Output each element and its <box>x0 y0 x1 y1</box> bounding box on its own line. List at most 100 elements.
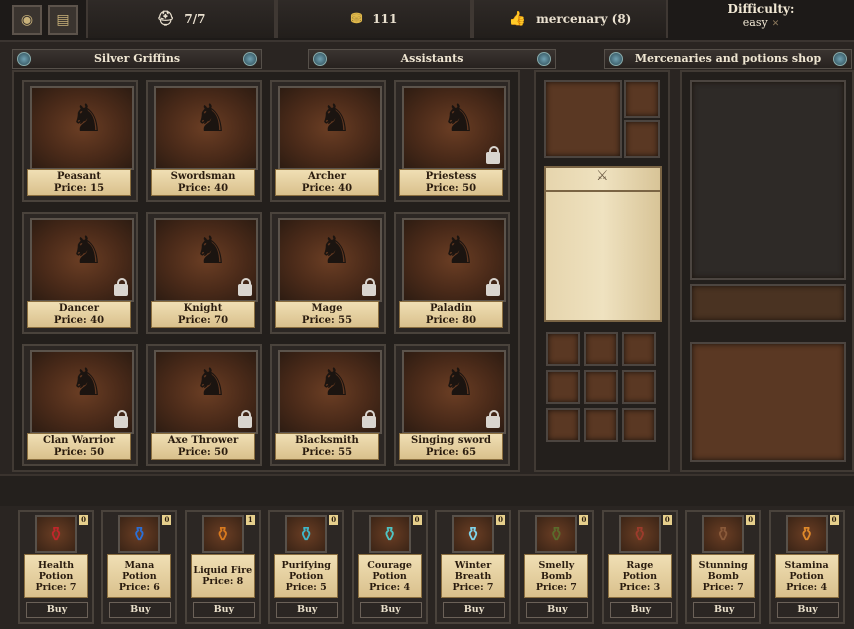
unit-label: Knight Price: 70 <box>151 301 255 328</box>
difficulty-label: Difficulty: <box>727 2 795 16</box>
inventory-slot[interactable] <box>546 332 580 366</box>
buy-button[interactable]: Buy <box>443 602 505 618</box>
unit-portrait: ♞ <box>30 218 134 302</box>
gem-icon <box>609 52 623 66</box>
buy-button[interactable]: Buy <box>359 602 422 618</box>
unit-card[interactable]: ♞ Knight Price: 70 <box>146 212 262 334</box>
potion-count: 0 <box>829 515 839 525</box>
buy-button[interactable]: Buy <box>26 602 88 618</box>
difficulty-display: Difficulty: easy ✕ <box>668 0 854 40</box>
gem-icon <box>17 52 31 66</box>
unit-card[interactable]: ♞ Priestess Price: 50 <box>394 80 510 202</box>
unit-label: Swordsman Price: 40 <box>151 169 255 196</box>
buy-button[interactable]: Buy <box>776 602 839 618</box>
equipment-slot[interactable] <box>624 80 660 118</box>
unit-card[interactable]: ♞ Dancer Price: 40 <box>22 212 138 334</box>
unit-card[interactable]: ♞ Swordsman Price: 40 <box>146 80 262 202</box>
lock-icon <box>362 410 376 428</box>
scroll-icon: ▤ <box>56 12 70 28</box>
unit-price: Price: 50 <box>177 447 229 458</box>
inventory-slot[interactable] <box>584 370 618 404</box>
lock-icon <box>238 278 252 296</box>
potion-count: 0 <box>496 515 505 525</box>
unit-portrait: ♞ <box>278 86 382 170</box>
inventory-slot[interactable] <box>546 408 580 442</box>
equipment-slot[interactable] <box>624 120 660 158</box>
unit-card[interactable]: ♞ Paladin Price: 80 <box>394 212 510 334</box>
unit-card[interactable]: ♞ Archer Price: 40 <box>270 80 386 202</box>
unit-label: Clan Warrior Price: 50 <box>27 433 131 460</box>
potion-price: Price: 6 <box>118 581 160 593</box>
unit-name: Swordsman <box>170 171 236 182</box>
unit-card[interactable]: ♞ Singing sword Price: 65 <box>394 344 510 466</box>
sword-icon: ⚔ <box>596 168 609 184</box>
potion-count: 0 <box>329 515 339 525</box>
unit-name: Paladin <box>429 303 473 314</box>
unit-name: Peasant <box>56 171 102 182</box>
tab-label: Assistants <box>400 52 464 65</box>
unit-card[interactable]: ♞ Mage Price: 55 <box>270 212 386 334</box>
tab-assistants[interactable]: Assistants <box>308 49 556 69</box>
inventory-slot[interactable] <box>546 370 580 404</box>
unit-portrait: ♞ <box>154 86 258 170</box>
tab-silver-griffins[interactable]: Silver Griffins <box>12 49 262 69</box>
lock-icon <box>114 278 128 296</box>
buy-button[interactable]: Buy <box>526 602 589 618</box>
tab-label: Mercenaries and potions shop <box>634 52 822 65</box>
buy-button[interactable]: Buy <box>109 602 172 618</box>
buy-button[interactable]: Buy <box>693 602 756 618</box>
journal-button[interactable]: ▤ <box>48 5 78 35</box>
lock-icon <box>486 410 500 428</box>
unit-label: Mage Price: 55 <box>275 301 379 328</box>
portrait-slot[interactable] <box>544 80 622 158</box>
lock-icon <box>486 146 500 164</box>
lock-icon <box>362 278 376 296</box>
unit-card[interactable]: ♞ Clan Warrior Price: 50 <box>22 344 138 466</box>
clan-warrior-icon: ♞ <box>70 360 105 404</box>
potion-card: ⚱ 0 Health Potion Price: 7 Buy <box>18 510 94 624</box>
unit-name: Knight <box>183 303 223 314</box>
tab-label: Silver Griffins <box>93 52 181 65</box>
potion-count: 1 <box>245 515 255 525</box>
potion-icon: ⚱ <box>785 515 828 553</box>
potion-count: 0 <box>412 515 422 525</box>
potion-price: Price: 7 <box>535 581 577 593</box>
unit-price: Price: 40 <box>301 183 353 194</box>
unit-card[interactable]: ♞ Peasant Price: 15 <box>22 80 138 202</box>
close-icon[interactable]: ✕ <box>772 19 780 29</box>
top-bar: ◉ ▤ ⛑ 7/7 ⛃ 111 👍 mercenary (8) Difficul… <box>0 0 854 42</box>
inventory-slot[interactable] <box>622 408 656 442</box>
potion-count: 0 <box>79 515 88 525</box>
difficulty-value: easy <box>742 16 768 29</box>
unit-card[interactable]: ♞ Axe Thrower Price: 50 <box>146 344 262 466</box>
unit-portrait: ♞ <box>402 350 506 434</box>
reputation-value: mercenary (8) <box>536 12 632 26</box>
inventory-slot[interactable] <box>622 332 656 366</box>
potion-count: 0 <box>162 515 172 525</box>
map-button[interactable]: ◉ <box>12 5 42 35</box>
lock-icon <box>114 410 128 428</box>
potion-name: Stamina Potion <box>784 559 829 582</box>
unit-label: Peasant Price: 15 <box>27 169 131 196</box>
unit-label: Archer Price: 40 <box>275 169 379 196</box>
unit-portrait: ♞ <box>154 218 258 302</box>
unit-portrait: ♞ <box>278 218 382 302</box>
buy-button[interactable]: Buy <box>609 602 672 618</box>
buy-button[interactable]: Buy <box>276 602 339 618</box>
inventory-slot[interactable] <box>584 332 618 366</box>
inventory-slot[interactable] <box>584 408 618 442</box>
reputation-stat: 👍 mercenary (8) <box>472 0 668 38</box>
unit-price: Price: 80 <box>425 315 477 326</box>
tab-mercenaries-shop[interactable]: Mercenaries and potions shop <box>604 49 852 69</box>
lock-icon <box>238 410 252 428</box>
buy-button[interactable]: Buy <box>192 602 255 618</box>
unit-price: Price: 65 <box>425 447 477 458</box>
potion-card: ⚱ 0 Courage Potion Price: 4 Buy <box>351 510 428 624</box>
unit-card[interactable]: ♞ Blacksmith Price: 55 <box>270 344 386 466</box>
unit-portrait: ♞ <box>30 350 134 434</box>
inventory-slot[interactable] <box>622 370 656 404</box>
potion-icon: ⚱ <box>702 515 745 553</box>
potion-name: Rage Potion <box>622 559 658 582</box>
unit-portrait: ♞ <box>154 350 258 434</box>
unit-name: Singing sword <box>411 435 491 446</box>
